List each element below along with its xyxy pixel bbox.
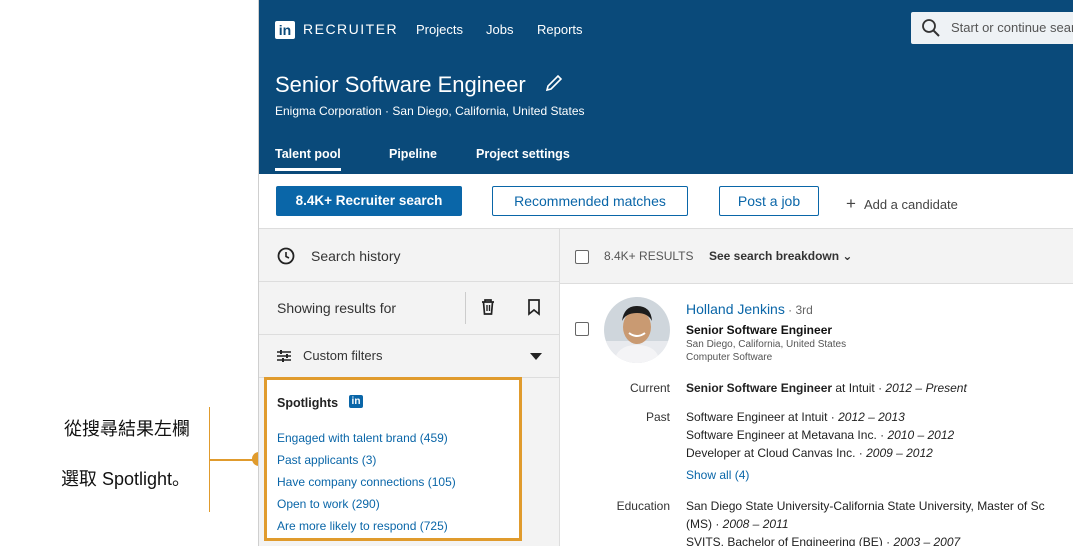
tab-talent-pool[interactable]: Talent pool — [275, 147, 341, 171]
search-breakdown-link[interactable]: See search breakdown ⌄ — [709, 249, 852, 263]
past-position-2-text: Software Engineer at Metavana Inc. · — [686, 428, 888, 442]
past-position-1: Software Engineer at Intuit · 2012 – 201… — [686, 410, 905, 424]
past-label: Past — [645, 410, 670, 424]
candidate-name-row: Holland Jenkins · 3rd — [686, 301, 813, 317]
nav-reports[interactable]: Reports — [537, 22, 583, 37]
past-position-2-dates: 2010 – 2012 — [887, 428, 955, 442]
showing-results-row: Showing results for — [259, 282, 559, 335]
custom-filters-row[interactable]: Custom filters — [259, 335, 559, 378]
add-candidate-button[interactable]: + Add a candidate — [846, 194, 958, 214]
search-history-label: Search history — [311, 248, 401, 264]
linkedin-badge-icon: in — [349, 395, 363, 408]
spotlight-open-to-work[interactable]: Open to work (290) — [277, 497, 380, 511]
past-position-3-dates: 2009 – 2012 — [866, 446, 933, 460]
edit-pencil-icon[interactable] — [544, 73, 564, 93]
nav-projects[interactable]: Projects — [416, 22, 463, 37]
education-line-3-dates: 2003 – 2007 — [893, 535, 961, 546]
callout-connector — [209, 459, 257, 461]
tab-project-settings[interactable]: Project settings — [476, 147, 570, 161]
showing-results-label: Showing results for — [277, 300, 397, 316]
education-line-2: (MS) · 2008 – 2011 — [686, 517, 789, 531]
select-all-checkbox[interactable] — [575, 250, 589, 264]
candidate-name[interactable]: Holland Jenkins — [686, 301, 785, 317]
results-count: 8.4K+ RESULTS — [604, 249, 694, 263]
search-icon — [922, 19, 940, 37]
spotlight-company-connections[interactable]: Have company connections (105) — [277, 475, 456, 489]
recruiter-app: in RECRUITER Projects Jobs Reports Start… — [258, 0, 1073, 546]
callout-line-2: 選取 Spotlight。 — [60, 469, 190, 489]
spotlight-engaged-talent-brand[interactable]: Engaged with talent brand (459) — [277, 431, 448, 445]
connection-degree: · 3rd — [784, 303, 813, 317]
search-box[interactable]: Start or continue sear — [911, 12, 1073, 44]
spotlights-panel: Spotlights in Engaged with talent brand … — [264, 377, 522, 541]
candidate-avatar[interactable] — [604, 297, 670, 363]
post-job-button[interactable]: Post a job — [719, 186, 819, 216]
linkedin-logo-icon[interactable]: in — [275, 21, 295, 39]
current-dates: 2012 – Present — [885, 381, 967, 395]
show-all-link[interactable]: Show all (4) — [686, 468, 749, 482]
chevron-down-icon: ⌄ — [842, 249, 853, 263]
candidate-checkbox[interactable] — [575, 322, 589, 336]
project-header: Senior Software Engineer Enigma Corporat… — [259, 58, 1073, 174]
nav-jobs[interactable]: Jobs — [486, 22, 513, 37]
past-position-2: Software Engineer at Metavana Inc. · 201… — [686, 428, 954, 442]
recommended-matches-button[interactable]: Recommended matches — [492, 186, 688, 216]
avatar-photo — [604, 297, 670, 363]
candidate-headline: Senior Software Engineer — [686, 323, 833, 337]
add-candidate-label: Add a candidate — [863, 197, 958, 212]
search-input[interactable]: Start or continue sear — [951, 20, 1073, 35]
spotlights-title: Spotlights — [277, 396, 339, 410]
current-position: Senior Software Engineer at Intuit · 201… — [686, 381, 967, 395]
past-position-1-dates: 2012 – 2013 — [838, 410, 905, 424]
candidate-industry: Computer Software — [686, 352, 773, 363]
action-bar: 8.4K+ Recruiter search Recommended match… — [259, 174, 1073, 229]
project-subtitle: Enigma Corporation · San Diego, Californ… — [275, 104, 585, 118]
current-label: Current — [629, 381, 670, 395]
recruiter-brand[interactable]: RECRUITER — [303, 21, 398, 37]
past-position-1-text: Software Engineer at Intuit · — [686, 410, 839, 424]
current-company: at Intuit · — [832, 381, 886, 395]
top-nav-bar: in RECRUITER Projects Jobs Reports Start… — [259, 0, 1073, 58]
current-title: Senior Software Engineer — [686, 381, 833, 395]
results-bar: 8.4K+ RESULTS See search breakdown ⌄ — [560, 229, 1073, 284]
caret-down-icon[interactable] — [530, 353, 542, 361]
divider — [465, 292, 466, 324]
candidate-location: San Diego, California, United States — [686, 339, 847, 350]
tab-pipeline[interactable]: Pipeline — [389, 147, 437, 161]
plus-icon: + — [846, 194, 856, 213]
past-position-3: Developer at Cloud Canvas Inc. · 2009 – … — [686, 446, 933, 460]
education-line-1: San Diego State University-California St… — [686, 499, 1045, 513]
custom-filters-label: Custom filters — [303, 348, 383, 363]
trash-icon[interactable] — [480, 298, 496, 316]
recruiter-search-button[interactable]: 8.4K+ Recruiter search — [276, 186, 462, 216]
bookmark-icon[interactable] — [527, 298, 541, 316]
spotlight-past-applicants[interactable]: Past applicants (3) — [277, 453, 376, 467]
education-label: Education — [616, 499, 670, 513]
search-breakdown-label: See search breakdown — [709, 249, 840, 263]
results-panel: 8.4K+ RESULTS See search breakdown ⌄ Hol… — [560, 229, 1073, 546]
education-line-2-dates: 2008 – 2011 — [722, 517, 789, 531]
filter-sliders-icon — [277, 350, 291, 362]
past-position-3-text: Developer at Cloud Canvas Inc. · — [686, 446, 867, 460]
clock-icon — [277, 247, 295, 265]
spotlight-likely-to-respond[interactable]: Are more likely to respond (725) — [277, 519, 448, 533]
education-line-3-text: SVITS, Bachelor of Engineering (BE) · — [686, 535, 894, 546]
education-line-3: SVITS, Bachelor of Engineering (BE) · 20… — [686, 535, 960, 546]
callout-line-1: 從搜尋結果左欄 — [64, 419, 190, 439]
search-history-row[interactable]: Search history — [259, 229, 559, 282]
project-title: Senior Software Engineer — [275, 72, 526, 97]
education-line-2-text: (MS) · — [686, 517, 723, 531]
